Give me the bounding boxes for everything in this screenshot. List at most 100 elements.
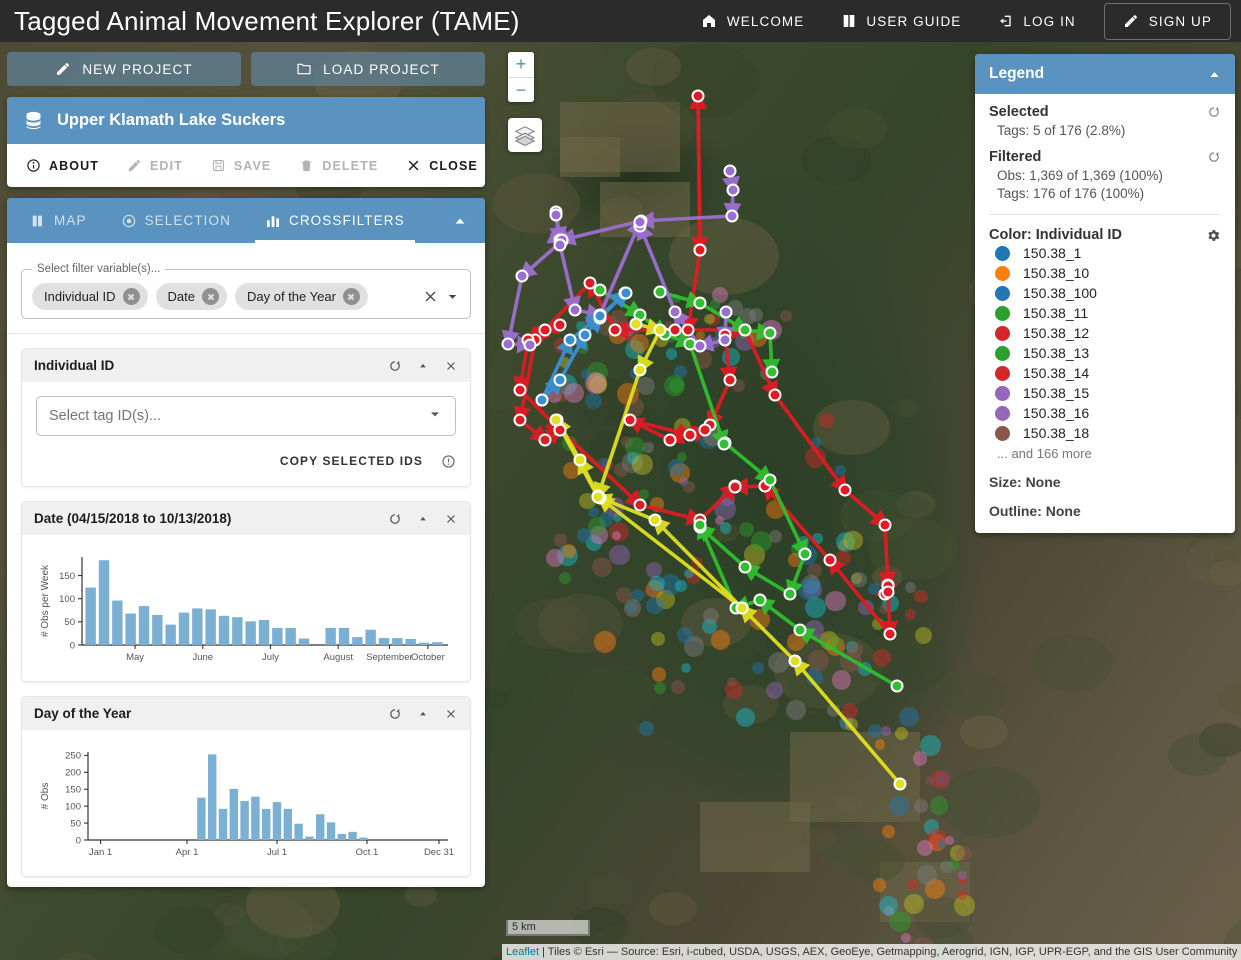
- bar[interactable]: [272, 802, 282, 840]
- load-project-button[interactable]: LOAD PROJECT: [251, 52, 485, 86]
- track-marker[interactable]: [723, 164, 737, 178]
- track-marker[interactable]: [553, 318, 567, 332]
- bar[interactable]: [207, 754, 217, 840]
- track-marker[interactable]: [728, 480, 742, 494]
- track-marker[interactable]: [619, 286, 633, 300]
- tab-selection[interactable]: SELECTION: [104, 198, 248, 243]
- track-marker[interactable]: [633, 498, 647, 512]
- bar[interactable]: [272, 627, 283, 645]
- bar[interactable]: [392, 638, 403, 645]
- track-marker[interactable]: [653, 285, 667, 299]
- chip-day-of-the-year[interactable]: Day of the Year: [235, 283, 368, 310]
- copy-selected-ids-button[interactable]: COPY SELECTED IDS: [276, 450, 427, 472]
- track-marker[interactable]: [691, 89, 705, 103]
- bar[interactable]: [283, 808, 293, 840]
- reset-icon[interactable]: [388, 359, 402, 373]
- track-marker[interactable]: [726, 183, 740, 197]
- track-marker[interactable]: [553, 238, 567, 252]
- bar[interactable]: [251, 796, 260, 840]
- track-marker[interactable]: [838, 483, 852, 497]
- track-marker[interactable]: [798, 547, 812, 561]
- legend-item[interactable]: 150.38_11: [989, 303, 1221, 323]
- refresh-icon[interactable]: [1207, 150, 1221, 164]
- bar[interactable]: [165, 624, 176, 645]
- bar[interactable]: [112, 600, 123, 645]
- bar[interactable]: [405, 638, 416, 645]
- bar[interactable]: [229, 788, 239, 840]
- tag-id-select[interactable]: Select tag ID(s)...: [36, 396, 456, 436]
- chip-remove-icon[interactable]: [202, 288, 220, 305]
- bar[interactable]: [432, 642, 443, 645]
- tab-map[interactable]: MAP: [13, 198, 104, 243]
- track-marker[interactable]: [893, 777, 907, 791]
- track-marker[interactable]: [515, 269, 529, 283]
- bar[interactable]: [325, 627, 336, 645]
- bar[interactable]: [125, 613, 136, 645]
- track-marker[interactable]: [538, 323, 552, 337]
- track-marker[interactable]: [753, 593, 767, 607]
- bar[interactable]: [326, 822, 336, 840]
- map-zoom-control[interactable]: + −: [508, 52, 534, 102]
- bar[interactable]: [85, 587, 96, 645]
- track-marker[interactable]: [563, 333, 577, 347]
- nav-log-in[interactable]: LOG IN: [979, 4, 1093, 39]
- close-icon[interactable]: [444, 707, 458, 721]
- track-marker[interactable]: [633, 215, 647, 229]
- track-marker[interactable]: [698, 423, 712, 437]
- bar[interactable]: [378, 638, 390, 645]
- track-marker[interactable]: [663, 433, 677, 447]
- bar[interactable]: [258, 619, 270, 645]
- nav-user-guide[interactable]: USER GUIDE: [822, 4, 979, 39]
- legend-item[interactable]: 150.38_1: [989, 243, 1221, 263]
- bar[interactable]: [352, 637, 363, 645]
- bar[interactable]: [232, 617, 243, 645]
- track-marker[interactable]: [783, 587, 797, 601]
- track-marker[interactable]: [768, 388, 782, 402]
- leaflet-link[interactable]: Leaflet: [506, 946, 539, 958]
- track-marker[interactable]: [633, 363, 647, 377]
- project-header[interactable]: Upper Klamath Lake Suckers: [7, 97, 485, 144]
- bar[interactable]: [294, 823, 303, 840]
- track-marker[interactable]: [738, 323, 752, 337]
- delete-button[interactable]: DELETE: [286, 151, 391, 180]
- legend-collapse-button[interactable]: [1208, 68, 1221, 81]
- gear-icon[interactable]: [1206, 228, 1221, 243]
- tab-crossfilters[interactable]: CROSSFILTERS: [248, 198, 422, 243]
- track-marker[interactable]: [591, 490, 605, 504]
- track-marker[interactable]: [668, 305, 682, 319]
- track-marker[interactable]: [535, 393, 549, 407]
- close-button[interactable]: CLOSE: [393, 151, 485, 180]
- legend-item[interactable]: 150.38_18: [989, 423, 1221, 443]
- info-icon[interactable]: [441, 454, 456, 469]
- bar[interactable]: [152, 614, 163, 645]
- bar[interactable]: [245, 621, 256, 645]
- nav-welcome[interactable]: WELCOME: [683, 4, 822, 39]
- track-marker[interactable]: [608, 323, 622, 337]
- legend-header[interactable]: Legend: [975, 54, 1235, 94]
- track-marker[interactable]: [878, 518, 892, 532]
- track-marker[interactable]: [681, 323, 695, 337]
- track-marker[interactable]: [881, 585, 895, 599]
- bar[interactable]: [315, 814, 325, 840]
- track-marker[interactable]: [578, 328, 592, 342]
- track-marker[interactable]: [513, 413, 527, 427]
- about-button[interactable]: ABOUT: [13, 151, 112, 180]
- bar[interactable]: [218, 808, 228, 840]
- track-marker[interactable]: [538, 433, 552, 447]
- bar[interactable]: [218, 615, 230, 645]
- legend-item[interactable]: 150.38_10: [989, 263, 1221, 283]
- track-marker[interactable]: [763, 473, 777, 487]
- date-histogram[interactable]: 0 50 100 150 May June July August September Octob…: [36, 549, 456, 667]
- track-marker[interactable]: [648, 513, 662, 527]
- track-marker[interactable]: [890, 679, 904, 693]
- track-marker[interactable]: [653, 323, 667, 337]
- track-marker[interactable]: [725, 209, 739, 223]
- new-project-button[interactable]: NEW PROJECT: [7, 52, 241, 86]
- bar[interactable]: [348, 831, 357, 840]
- track-marker[interactable]: [629, 317, 643, 331]
- chip-date[interactable]: Date: [155, 283, 228, 310]
- legend-item[interactable]: 150.38_12: [989, 323, 1221, 343]
- edit-button[interactable]: EDIT: [114, 151, 196, 180]
- bar[interactable]: [305, 836, 314, 840]
- zoom-out-button[interactable]: −: [508, 77, 534, 102]
